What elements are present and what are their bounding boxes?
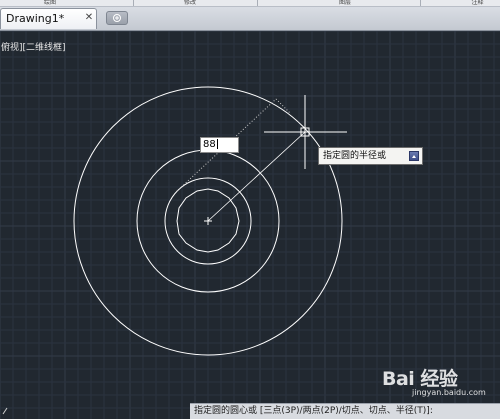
options-arrow-icon[interactable] xyxy=(409,151,419,161)
file-tab-bar: Drawing1* ✕ xyxy=(0,7,500,31)
baidu-jingyan-watermark: Bai 经验 jingyan.baidu.com xyxy=(382,364,492,404)
command-prompt-tooltip: 指定圆的半径或 xyxy=(318,147,423,165)
close-icon[interactable]: ✕ xyxy=(83,12,95,24)
tab-title: Drawing1* xyxy=(6,12,65,25)
drawing-viewport[interactable]: 俯视][二维线框] 88 指定圆的半径或 xyxy=(0,31,500,419)
tab-drawing1[interactable]: Drawing1* ✕ xyxy=(0,8,97,29)
new-tab-button[interactable] xyxy=(106,11,128,25)
command-line[interactable]: 指定圆的圆心或 [三点(3P)/两点(2P)/切点、切点、半径(T)]: xyxy=(190,403,500,419)
watermark-url: jingyan.baidu.com xyxy=(412,388,486,397)
tooltip-text: 指定圆的半径或 xyxy=(323,151,387,161)
ribbon-panel-layers[interactable]: 图层 xyxy=(315,0,375,6)
watermark-brand: Bai 经验 xyxy=(382,368,458,390)
plus-icon xyxy=(113,14,121,22)
drawing-canvas xyxy=(73,86,347,356)
ribbon-panel-draw[interactable]: 绘图 xyxy=(20,0,80,6)
ribbon-panel-strip: 绘图 修改 图层 注释 xyxy=(0,0,500,7)
ribbon-panel-modify[interactable]: 修改 xyxy=(160,0,220,6)
dynamic-input-value: 88 xyxy=(203,139,216,150)
ucs-axis-icon xyxy=(2,407,8,415)
ribbon-panel-annotation[interactable]: 注释 xyxy=(455,0,500,6)
dynamic-input-radius[interactable]: 88 xyxy=(200,137,239,153)
dimension-extension xyxy=(275,98,291,114)
